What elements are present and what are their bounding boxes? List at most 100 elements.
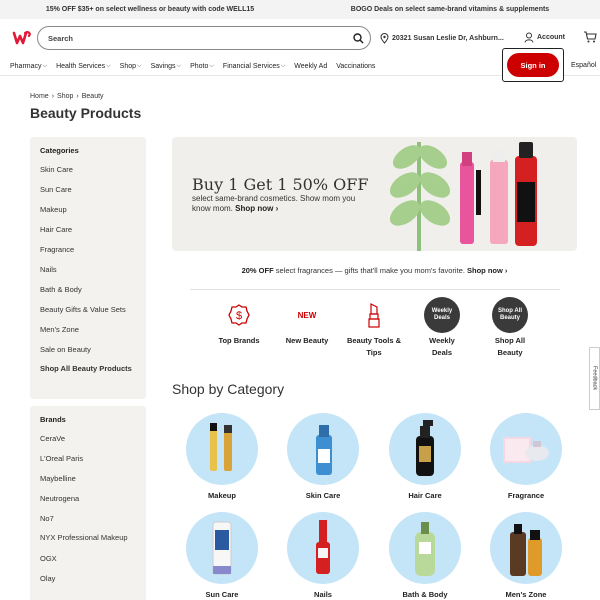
feedback-tab[interactable]: Feedback (589, 347, 600, 410)
chevron-down-icon: ⌵ (137, 62, 142, 69)
skin-care-product-image (287, 413, 359, 485)
category-label: Makeup (208, 491, 236, 500)
search-icon[interactable] (346, 27, 370, 49)
nav-item-label: Health Services (56, 62, 106, 70)
nav-item-shop[interactable]: Shop ⌵ (120, 63, 142, 70)
location-pin-icon (380, 33, 389, 44)
brand-item-nyx-professional-makeup[interactable]: NYX Professional Makeup (40, 528, 136, 548)
promo-bogo-vitamins[interactable]: BOGO Deals on select same-brand vitamins… (300, 6, 600, 13)
store-location[interactable]: 20321 Susan Leslie Dr, Ashburn... (380, 33, 504, 44)
sidebar-item-makeup[interactable]: Makeup (40, 199, 136, 219)
brand-item-neutrogena[interactable]: Neutrogena (40, 488, 136, 508)
account-button[interactable]: Account (524, 32, 565, 43)
category-label: Fragrance (507, 491, 545, 500)
breadcrumb-item[interactable]: Home (30, 93, 49, 100)
sidebar-item-shop-all-beauty[interactable]: Shop All Beauty Products (40, 359, 136, 375)
nav-item-photo[interactable]: Photo ⌵ (190, 63, 214, 70)
cosmetics-products-image (460, 142, 537, 246)
chevron-down-icon: ⌵ (106, 62, 111, 69)
hero-shop-now-link[interactable]: Shop now › (235, 204, 278, 213)
chevron-down-icon: ⌵ (280, 62, 286, 69)
new-badge-text: NEW (297, 310, 317, 320)
quick-link-top-brands[interactable]: $ Top Brands (209, 297, 269, 347)
offer-text: select fragrances — gifts that'll make y… (273, 266, 468, 275)
sidebar-item-nails[interactable]: Nails (40, 259, 136, 279)
nav-item-label: Photo (190, 62, 209, 70)
quick-link-label: New Beauty (285, 336, 329, 345)
nail-polish-image (287, 512, 359, 584)
sign-in-button[interactable]: Sign in (507, 53, 559, 77)
brand-item-olay[interactable]: Olay (40, 568, 136, 588)
sidebar-brands: Brands CeraVe L'Oreal Paris Maybelline Neut… (30, 406, 146, 600)
brand-item-l-oreal-paris[interactable]: L'Oreal Paris (40, 448, 136, 468)
offer-bold: 20% OFF (241, 266, 274, 275)
hero-subtitle: select same-brand cosmetics. Show mom yo… (192, 194, 367, 214)
category-tile-fragrance[interactable]: Fragrance (488, 413, 564, 500)
brands-heading: Brands (40, 415, 66, 424)
brand-item-maybelline[interactable]: Maybelline (40, 468, 136, 488)
chevron-right-icon: › (76, 93, 79, 100)
nav-item-pharmacy[interactable]: Pharmacy ⌵ (10, 63, 47, 70)
chevron-down-icon: ⌵ (176, 62, 182, 69)
cart-icon[interactable] (583, 30, 597, 44)
search-input[interactable] (48, 33, 346, 43)
new-badge-icon: NEW (289, 297, 325, 333)
category-tile-nails[interactable]: Nails (285, 512, 361, 599)
quick-link-label: Weekly Deals (429, 336, 455, 357)
breadcrumb-item[interactable]: Beauty (82, 93, 104, 100)
hero-banner[interactable]: Buy 1 Get 1 50% OFF select same-brand co… (172, 137, 577, 251)
espanol-link[interactable]: Español (571, 62, 596, 69)
category-tile-makeup[interactable]: Makeup (184, 413, 260, 500)
offer-shop-now-link[interactable]: Shop now › (467, 266, 507, 275)
shop-all-beauty-badge: Shop All Beauty (492, 297, 528, 333)
quick-link-shop-all-beauty[interactable]: Shop All Beauty Shop All Beauty (480, 297, 540, 359)
categories-heading: Categories (40, 146, 79, 155)
category-tile-mens-zone[interactable]: Men's Zone (488, 512, 564, 599)
nav-item-health-services[interactable]: Health Services ⌵ (56, 63, 111, 70)
nav-item-financial-services[interactable]: Financial Services ⌵ (223, 63, 285, 70)
divider (190, 289, 560, 290)
promo-bar: 15% OFF $35+ on select wellness or beaut… (0, 0, 600, 19)
category-label: Nails (314, 590, 332, 599)
nav-item-weekly-ad[interactable]: Weekly Ad (294, 63, 327, 70)
category-tile-hair-care[interactable]: Hair Care (387, 413, 463, 500)
sidebar-item-fragrance[interactable]: Fragrance (40, 239, 136, 259)
promo-wellness[interactable]: 15% OFF $35+ on select wellness or beaut… (0, 6, 300, 13)
quick-link-beauty-tools[interactable]: Beauty Tools & Tips (344, 297, 404, 359)
sidebar-item-hair-care[interactable]: Hair Care (40, 219, 136, 239)
brand-item-no7[interactable]: No7 (40, 508, 136, 528)
sidebar-item-skin-care[interactable]: Skin Care (40, 159, 136, 179)
nav-item-vaccinations[interactable]: Vaccinations (336, 63, 375, 70)
quick-link-new-beauty[interactable]: NEW New Beauty (277, 297, 337, 347)
brand-item-cerave[interactable]: CeraVe (40, 428, 136, 448)
nav-item-label: Vaccinations (336, 62, 376, 70)
category-tile-bath-body[interactable]: Bath & Body (387, 512, 463, 599)
chevron-down-icon: ⌵ (209, 62, 214, 69)
category-label: Sun Care (205, 590, 239, 599)
nav-item-label: Savings (150, 62, 176, 70)
fragrance-product-image (490, 413, 562, 485)
category-label: Men's Zone (505, 590, 547, 599)
nav-item-label: Weekly Ad (294, 62, 328, 70)
category-tile-sun-care[interactable]: Sun Care (184, 512, 260, 599)
page-title: Beauty Products (30, 105, 142, 121)
brand-item-ogx[interactable]: OGX (40, 548, 136, 568)
account-label: Account (537, 34, 565, 41)
lotion-product-image (389, 512, 461, 584)
lipstick-icon (356, 297, 392, 333)
category-tile-skin-care[interactable]: Skin Care (285, 413, 361, 500)
sidebar-item-bath-body[interactable]: Bath & Body (40, 279, 136, 299)
sidebar-item-sun-care[interactable]: Sun Care (40, 179, 136, 199)
sidebar-item-men-s-zone[interactable]: Men's Zone (40, 319, 136, 339)
quick-link-weekly-deals[interactable]: Weekly Deals Weekly Deals (412, 297, 472, 359)
location-text: 20321 Susan Leslie Dr, Ashburn... (392, 35, 504, 42)
sidebar-categories: Categories Skin Care Sun Care Makeup Hair C… (30, 137, 146, 399)
sidebar-item-sale-on-beauty[interactable]: Sale on Beauty (40, 339, 136, 359)
quick-link-label: Shop All Beauty (494, 336, 526, 357)
nav-item-label: Pharmacy (10, 62, 42, 70)
sidebar-item-beauty-gifts-value-sets[interactable]: Beauty Gifts & Value Sets (40, 299, 136, 319)
walgreens-logo-icon[interactable] (12, 28, 32, 48)
nav-item-label: Shop (119, 62, 137, 70)
nav-item-savings[interactable]: Savings ⌵ (151, 63, 181, 70)
breadcrumb-item[interactable]: Shop (57, 93, 73, 100)
